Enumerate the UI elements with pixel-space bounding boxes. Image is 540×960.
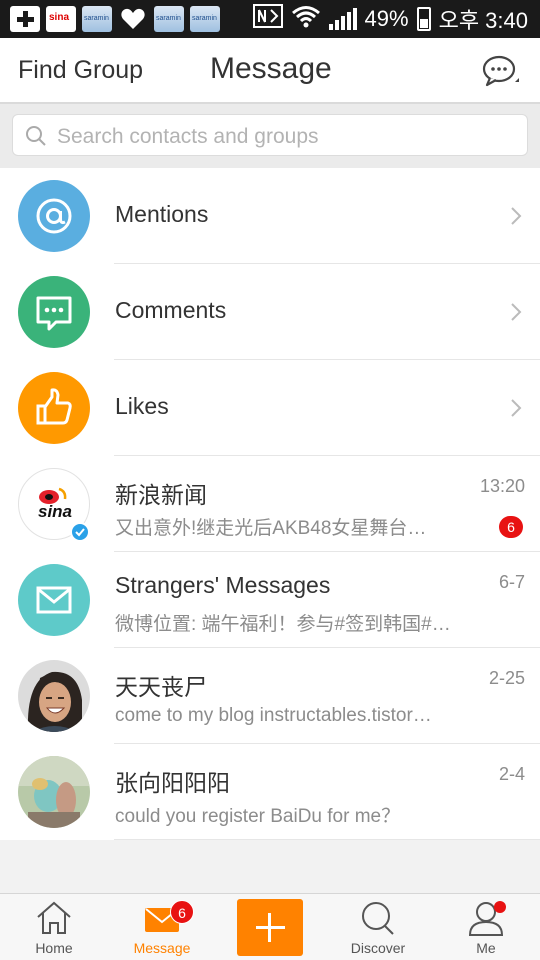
bottom-tab-bar: Home 6 Message Discover Me	[0, 893, 540, 960]
sina-notification-icon: sina	[46, 6, 76, 32]
conversation-name: Strangers' Messages	[115, 572, 331, 598]
at-icon	[18, 180, 90, 252]
search-placeholder: Search contacts and groups	[57, 125, 319, 148]
tab-label: Discover	[350, 940, 406, 956]
comment-icon	[18, 276, 90, 348]
list-item-comments[interactable]: Comments	[0, 264, 540, 360]
search-icon	[362, 902, 394, 935]
tab-message[interactable]: 6 Message	[108, 894, 216, 960]
conversation-time: 6-7	[498, 572, 525, 592]
chat-options-button[interactable]	[482, 54, 520, 88]
chevron-right-icon	[511, 303, 522, 321]
wifi-icon	[291, 4, 321, 34]
conversation-time: 2-4	[498, 764, 525, 784]
tab-discover[interactable]: Discover	[324, 894, 432, 960]
compose-button[interactable]	[237, 899, 303, 956]
list-item-mentions[interactable]: Mentions	[0, 168, 540, 264]
home-icon	[37, 901, 71, 934]
saramin-notification-icon: saramin	[82, 6, 112, 32]
message-list: Mentions Comments Likes sina 新浪新闻 又出意外!继…	[0, 168, 540, 840]
conversation-name: 天天丧尸	[115, 674, 207, 700]
conversation-time: 2-25	[488, 668, 525, 688]
find-group-link[interactable]: Find Group	[18, 56, 143, 85]
thumbs-up-icon	[18, 372, 90, 444]
conversation-name: 新浪新闻	[115, 482, 207, 508]
conversation-preview: come to my blog instructables.tistor…	[115, 705, 432, 726]
list-item-label: Likes	[115, 393, 169, 419]
list-item-conversation[interactable]: Strangers' Messages 微博位置: 端午福利！参与#签到韩国#……	[0, 552, 540, 648]
chat-bubble-icon	[482, 55, 519, 87]
list-item-conversation[interactable]: 张向阳阳阳 could you register BaiDu for me？ 2…	[0, 744, 540, 840]
avatar	[18, 756, 90, 828]
chevron-right-icon	[511, 207, 522, 225]
message-count-badge: 6	[170, 900, 194, 924]
nfc-icon	[252, 4, 283, 34]
avatar	[18, 660, 90, 732]
signal-icon	[328, 8, 357, 30]
conversation-preview: 微博位置: 端午福利！参与#签到韩国#…	[115, 614, 451, 635]
tab-label: Message	[133, 940, 191, 956]
svg-text:sina: sina	[38, 502, 72, 521]
list-item-conversation[interactable]: sina 新浪新闻 又出意外!继走光后AKB48女星舞台… 13:20 6	[0, 456, 540, 552]
battery-icon	[416, 7, 431, 31]
list-item-conversation[interactable]: 天天丧尸 come to my blog instructables.tisto…	[0, 648, 540, 744]
page-title: Message	[210, 52, 332, 85]
chevron-right-icon	[511, 399, 522, 417]
notification-dot	[494, 901, 506, 913]
list-item-label: Mentions	[115, 201, 209, 227]
search-input[interactable]: Search contacts and groups	[12, 114, 528, 156]
heart-notification-icon	[118, 6, 148, 32]
list-item-likes[interactable]: Likes	[0, 360, 540, 456]
conversation-preview: could you register BaiDu for me？	[115, 806, 401, 827]
list-item-label: Comments	[115, 297, 227, 323]
tab-label: Home	[35, 940, 73, 956]
verified-badge-icon	[70, 522, 90, 542]
saramin-notification-icon: saramin	[190, 6, 220, 32]
battery-percent: 49%	[364, 6, 409, 31]
saramin-notification-icon: saramin	[154, 6, 184, 32]
top-nav: Find Group Message	[0, 38, 540, 102]
search-area: Search contacts and groups	[0, 104, 540, 168]
add-notification-icon	[10, 6, 40, 32]
tab-home[interactable]: Home	[0, 894, 108, 960]
conversation-time: 13:20	[479, 476, 525, 496]
tab-label: Me	[476, 940, 496, 956]
unread-count-badge: 6	[499, 516, 523, 538]
conversation-name: 张向阳阳阳	[115, 770, 230, 796]
clock: 오후 3:40	[438, 8, 528, 33]
envelope-icon	[18, 564, 90, 636]
status-bar: sina saramin saramin saramin 49% 오후 3:40	[0, 0, 540, 38]
tab-me[interactable]: Me	[432, 894, 540, 960]
search-icon	[26, 126, 46, 146]
conversation-preview: 又出意外!继走光后AKB48女星舞台…	[115, 518, 427, 539]
